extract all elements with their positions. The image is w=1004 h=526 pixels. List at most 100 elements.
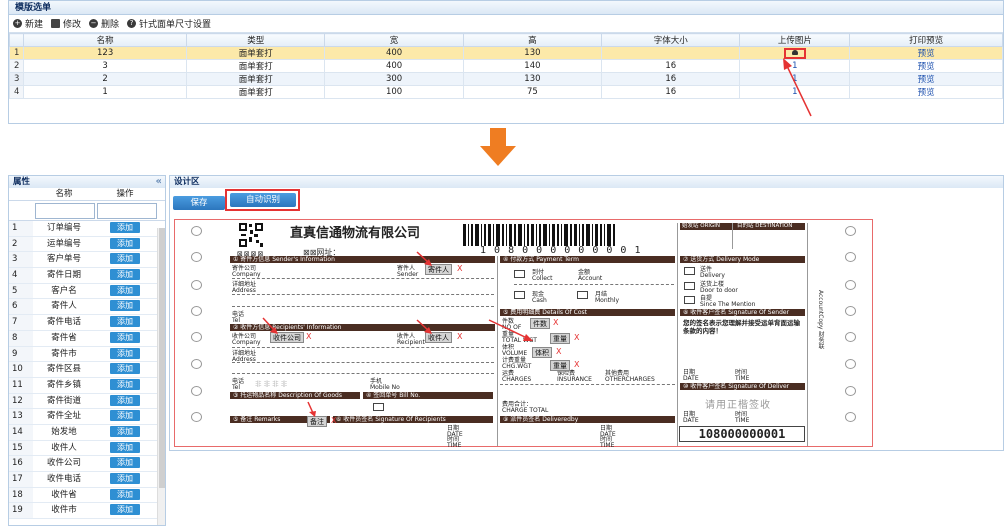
- add-button[interactable]: 添加: [110, 425, 140, 437]
- add-button[interactable]: 添加: [110, 473, 140, 484]
- table-row[interactable]: 2 3 面单套打 400 140 16 1 预览: [8, 59, 1003, 73]
- field-weight[interactable]: 重量: [550, 333, 570, 344]
- attribute-name: 订单编号: [46, 223, 81, 233]
- add-button[interactable]: 添加: [110, 363, 140, 375]
- delete-label: 删除: [101, 20, 120, 30]
- preview-link[interactable]: 预览: [849, 72, 1003, 86]
- add-button[interactable]: 添加: [110, 504, 140, 516]
- attribute-header: 名称 操作: [9, 188, 165, 201]
- add-button[interactable]: 添加: [110, 410, 140, 422]
- col-preview[interactable]: 打印预览: [849, 33, 1003, 47]
- add-button[interactable]: 添加: [110, 331, 140, 343]
- table-row[interactable]: 3 2 面单套打 300 130 16 1 预览: [8, 72, 1003, 86]
- add-button[interactable]: 添加: [110, 284, 140, 296]
- add-button[interactable]: 添加: [110, 237, 140, 249]
- field-weight-2[interactable]: 重量: [550, 360, 570, 371]
- remove-icon[interactable]: X: [553, 318, 558, 328]
- save-button[interactable]: 保存: [173, 196, 225, 210]
- edit-button[interactable]: 修改: [51, 17, 81, 30]
- add-button[interactable]: 添加: [110, 269, 140, 281]
- row-number: 9: [9, 346, 33, 362]
- add-button[interactable]: 添加: [110, 488, 140, 500]
- attribute-name: 寄件人: [51, 301, 77, 312]
- row-number: 12: [9, 393, 33, 409]
- add-button[interactable]: 添加: [110, 441, 140, 453]
- add-button[interactable]: 添加: [110, 347, 140, 359]
- col-font-size[interactable]: 字体大小: [601, 33, 741, 47]
- add-button[interactable]: 添加: [110, 394, 140, 406]
- collapse-icon[interactable]: «: [156, 176, 162, 188]
- add-button[interactable]: 添加: [110, 316, 140, 328]
- cash-checkbox[interactable]: [514, 291, 525, 299]
- attribute-filter-row: [9, 201, 165, 221]
- remove-icon[interactable]: X: [457, 332, 462, 342]
- question-icon: ?: [127, 19, 137, 28]
- col-attr-op[interactable]: 操作: [95, 188, 155, 200]
- remove-icon[interactable]: X: [306, 332, 311, 342]
- monthly-checkbox[interactable]: [577, 291, 588, 299]
- attribute-row: 17 收件电话 添加: [9, 472, 165, 488]
- col-type[interactable]: 类型: [186, 33, 326, 47]
- attribute-row: 11 寄件乡镇 添加: [9, 377, 165, 394]
- waybill-number-box: 108000000001: [679, 426, 805, 442]
- delivery-checkbox[interactable]: [684, 267, 695, 275]
- col-attr-name[interactable]: 名称: [33, 188, 95, 200]
- attribute-panel: 属性 « 名称 操作 1 订单编号 添加 2 运单编号 添加 3 客户单号 添加 4 寄件日期 添加 5…: [8, 175, 166, 526]
- mention-checkbox[interactable]: [684, 296, 695, 304]
- new-button[interactable]: + 新建: [13, 17, 43, 30]
- add-button[interactable]: 添加: [110, 457, 140, 469]
- auto-recognize-button[interactable]: 自动识别: [230, 193, 296, 207]
- row-number: 6: [9, 299, 33, 315]
- attribute-scrollbar[interactable]: [157, 228, 165, 525]
- remove-icon[interactable]: X: [556, 347, 561, 357]
- attribute-name: 收件省: [51, 489, 77, 500]
- hole-icon: [191, 226, 202, 236]
- toolbar: + 新建 修改 − 删除 ? 针式面单尺寸设置: [9, 15, 1003, 33]
- door-checkbox[interactable]: [684, 282, 695, 290]
- hole-icon: [191, 252, 202, 262]
- col-width[interactable]: 宽: [324, 33, 464, 47]
- table-row[interactable]: 4 1 面单套打 100 75 16 1 预览: [8, 85, 1003, 99]
- remove-icon[interactable]: X: [457, 264, 462, 274]
- scroll-thumb[interactable]: [159, 228, 165, 488]
- preview-link[interactable]: 预览: [849, 85, 1003, 99]
- attribute-row: 10 寄件区县 添加: [9, 362, 165, 378]
- attribute-name: 收件电话: [46, 474, 81, 484]
- preview-link[interactable]: 预览: [849, 59, 1003, 73]
- add-button[interactable]: 添加: [110, 253, 140, 265]
- annotation-arrow-icon: [416, 319, 432, 334]
- col-height[interactable]: 高: [462, 33, 603, 47]
- row-number: 4: [9, 268, 33, 283]
- name-filter-input[interactable]: [35, 202, 95, 219]
- size-setting-button[interactable]: ? 针式面单尺寸设置: [127, 17, 211, 30]
- table-row[interactable]: 1 123 面单套打 400 130 预览: [8, 46, 1003, 60]
- table-header: 名称 类型 宽 高 字体大小 上传图片 打印预览: [8, 33, 1003, 47]
- col-name[interactable]: 名称: [23, 33, 188, 47]
- hole-icon: [845, 226, 856, 236]
- size-setting-label: 针式面单尺寸设置: [139, 20, 212, 30]
- delete-button[interactable]: − 删除: [89, 17, 119, 30]
- remove-icon[interactable]: X: [574, 360, 579, 370]
- preview-link[interactable]: 预览: [849, 46, 1003, 60]
- waybill-canvas[interactable]: ⊠⊠⊠⊠ 直真信通物流有限公司 ⊠⊠网址： 1 0 8 0 0 0 0 0 0 …: [174, 219, 873, 449]
- design-panel-title: 设计区: [170, 176, 1003, 188]
- op-filter-input[interactable]: [97, 202, 157, 219]
- attribute-row: 18 收件省 添加: [9, 487, 165, 504]
- remove-icon[interactable]: X: [574, 333, 579, 343]
- attribute-name: 寄件日期: [46, 270, 81, 281]
- row-number: 11: [9, 377, 33, 393]
- billno-checkbox[interactable]: [373, 403, 384, 411]
- remove-icon[interactable]: X: [331, 416, 336, 426]
- row-number: 15: [9, 440, 33, 456]
- col-upload[interactable]: 上传图片: [739, 33, 851, 47]
- goods-header: ③ 托运物品名称 Description Of Goods: [230, 392, 360, 399]
- field-volume[interactable]: 体积: [532, 347, 552, 358]
- add-button[interactable]: 添加: [110, 300, 140, 312]
- edit-label: 修改: [63, 20, 82, 30]
- qr-code-icon: [238, 222, 264, 248]
- attribute-name: 收件公司: [46, 458, 81, 469]
- add-button[interactable]: 添加: [110, 378, 140, 390]
- add-button[interactable]: 添加: [110, 222, 140, 233]
- attribute-row: 12 寄件街道 添加: [9, 393, 165, 410]
- collect-checkbox[interactable]: [514, 270, 525, 278]
